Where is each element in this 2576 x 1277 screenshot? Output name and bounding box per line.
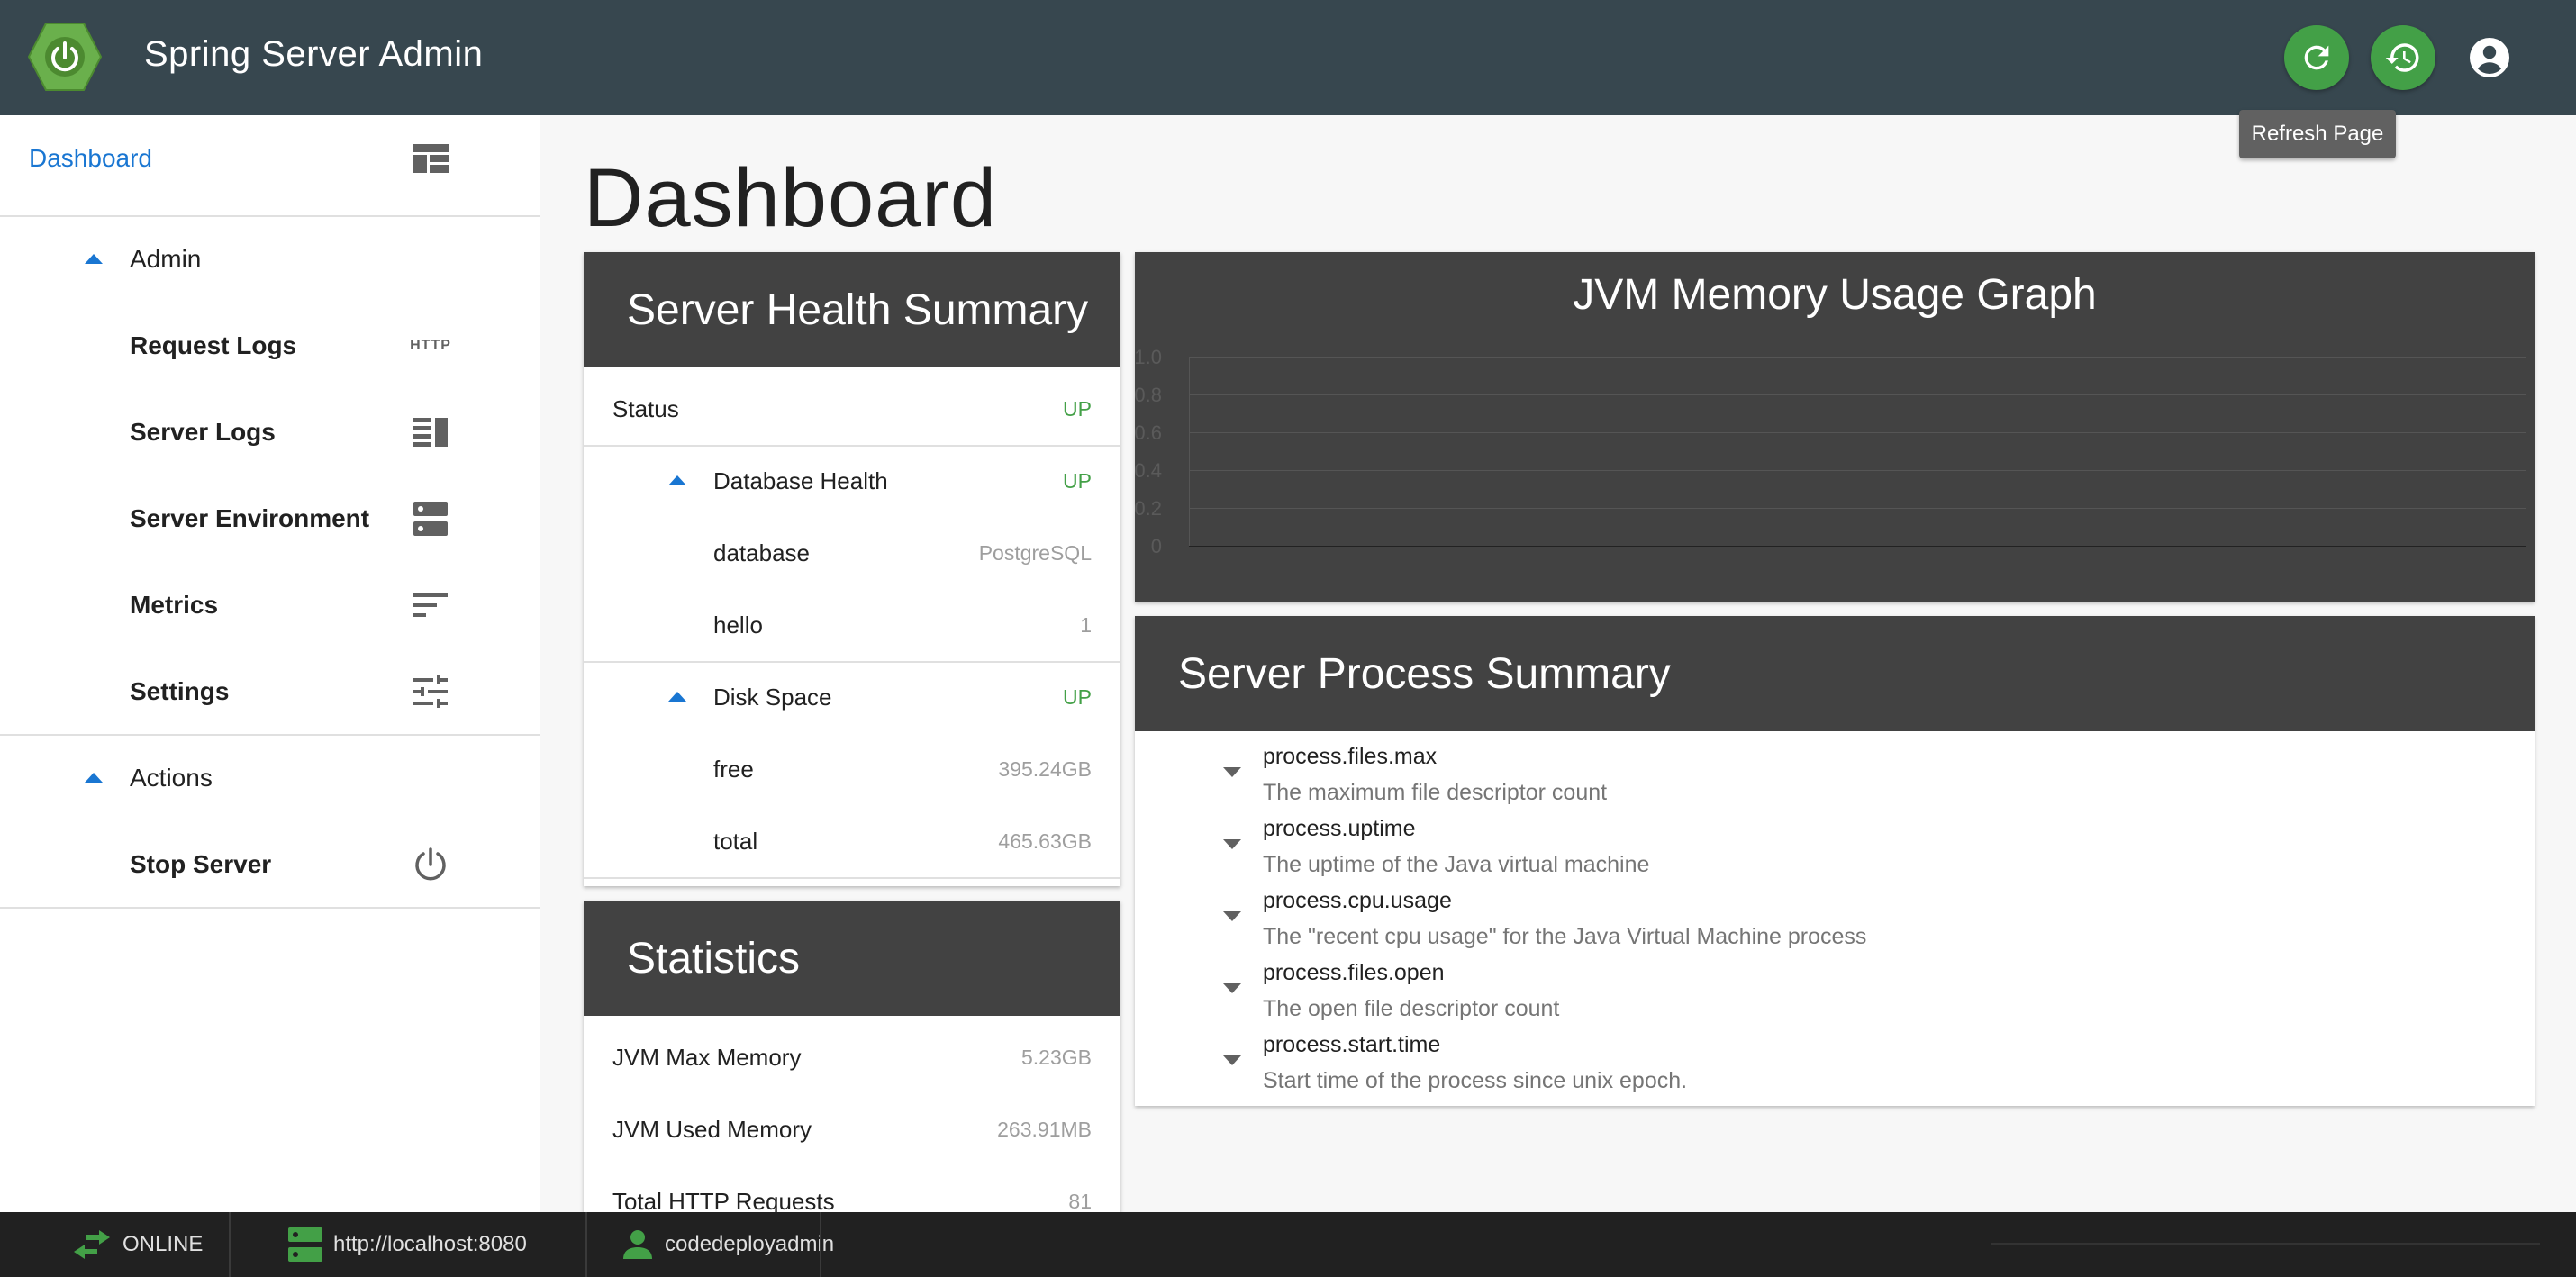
- health-row-database-health[interactable]: Database Health UP: [584, 445, 1120, 517]
- dns-icon: [288, 1227, 322, 1262]
- expand-icon: [1223, 1055, 1241, 1065]
- memory-graph-card: JVM Memory Usage Graph 1.0 0.8 0.6 0.4 0.2 0: [1134, 252, 2535, 602]
- sidebar-group-label: Admin: [130, 245, 202, 273]
- account-circle-icon[interactable]: [2468, 36, 2511, 79]
- dns-icon: [411, 499, 450, 539]
- status-line: [1991, 1243, 2540, 1245]
- expand-icon: [1223, 839, 1241, 849]
- collapse-icon: [85, 773, 103, 783]
- stat-row: JVM Max Memory 5.23GB: [612, 1043, 1092, 1071]
- spring-logo-icon: [27, 23, 103, 91]
- sidebar-divider: [0, 907, 540, 909]
- card-title: Server Process Summary: [1135, 616, 2535, 731]
- person-icon: [623, 1230, 652, 1259]
- sidebar-item-label: Dashboard: [29, 144, 152, 172]
- memory-chart: 1.0 0.8 0.6 0.4 0.2 0: [1134, 252, 2535, 602]
- status-divider: [585, 1212, 587, 1277]
- y-tick-label: 0.4: [1134, 459, 1162, 482]
- status-badge: UP: [1063, 396, 1092, 421]
- expand-icon: [1223, 983, 1241, 993]
- sidebar-group-actions[interactable]: Actions: [0, 735, 540, 821]
- sidebar-item-dashboard[interactable]: Dashboard: [0, 115, 540, 202]
- status-divider: [229, 1212, 231, 1277]
- y-tick-label: 0.2: [1134, 497, 1162, 520]
- sort-icon: [411, 585, 450, 625]
- process-item[interactable]: process.cpu.usage The "recent cpu usage"…: [1135, 888, 2535, 960]
- health-row-disk-space[interactable]: Disk Space UP: [584, 661, 1120, 733]
- statistics-card: Statistics JVM Max Memory 5.23GB JVM Use…: [584, 901, 1120, 1212]
- sidebar-item-label: Server Logs: [130, 418, 276, 446]
- collapse-icon: [668, 475, 686, 485]
- card-title: Server Health Summary: [584, 252, 1120, 367]
- app-header: Spring Server Admin: [0, 0, 2576, 115]
- y-tick-label: 0.8: [1134, 384, 1162, 406]
- power-icon: [411, 845, 450, 884]
- grid-line: [1189, 508, 2526, 509]
- stat-row: JVM Used Memory 263.91MB: [612, 1115, 1092, 1143]
- server-url: http://localhost:8080: [288, 1212, 527, 1277]
- http-icon: HTTP: [410, 338, 451, 353]
- server-health-card: Server Health Summary Status UP Database…: [584, 252, 1120, 886]
- process-item[interactable]: process.files.open The open file descrip…: [1135, 960, 2535, 1032]
- current-user: codedeployadmin: [621, 1212, 834, 1277]
- dashboard-icon: [411, 139, 450, 178]
- status-badge: UP: [1063, 684, 1092, 709]
- logs-icon: [411, 412, 450, 452]
- y-tick-label: 1.0: [1134, 346, 1162, 368]
- process-summary-card: Server Process Summary process.files.max…: [1135, 616, 2535, 1106]
- y-tick-label: 0.6: [1134, 421, 1162, 444]
- connection-status: ONLINE: [72, 1212, 203, 1277]
- history-icon: [2385, 43, 2419, 72]
- expand-icon: [1223, 911, 1241, 921]
- y-axis: [1189, 357, 1190, 546]
- status-bar: ONLINE http://localhost:8080 codedeploya…: [0, 1212, 2576, 1277]
- sidebar-item-label: Request Logs: [130, 331, 297, 359]
- refresh-button[interactable]: [2284, 25, 2349, 90]
- history-button[interactable]: [2371, 25, 2435, 90]
- health-row-status: Status UP: [612, 394, 1092, 422]
- sidebar-group-label: Actions: [130, 764, 213, 792]
- sidebar-item-label: Server Environment: [130, 504, 370, 532]
- refresh-icon: [2304, 45, 2329, 70]
- sidebar-item-settings[interactable]: Settings: [0, 648, 540, 735]
- sidebar-item-label: Stop Server: [130, 850, 272, 878]
- collapse-icon: [85, 254, 103, 264]
- card-title: Statistics: [584, 901, 1120, 1016]
- grid-line: [1189, 546, 2526, 547]
- app-title: Spring Server Admin: [144, 34, 484, 74]
- process-item[interactable]: process.uptime The uptime of the Java vi…: [1135, 816, 2535, 888]
- collapse-icon: [668, 692, 686, 702]
- sidebar-item-label: Metrics: [130, 591, 219, 619]
- sidebar-item-server-environment[interactable]: Server Environment: [0, 475, 540, 562]
- health-row-hello: hello 1: [713, 611, 1092, 638]
- sidebar-item-stop-server[interactable]: Stop Server: [0, 821, 540, 908]
- status-badge: UP: [1063, 468, 1092, 493]
- tune-icon: [411, 672, 450, 711]
- sidebar-item-server-logs[interactable]: Server Logs: [0, 389, 540, 475]
- swap-arrows-icon: [74, 1230, 110, 1259]
- sidebar-item-metrics[interactable]: Metrics: [0, 562, 540, 648]
- refresh-tooltip: Refresh Page: [2239, 110, 2396, 158]
- grid-line: [1189, 432, 2526, 433]
- health-row-free: free 395.24GB: [713, 755, 1092, 783]
- process-item[interactable]: process.start.time Start time of the pro…: [1135, 1032, 2535, 1104]
- grid-line: [1189, 470, 2526, 471]
- sidebar-item-request-logs[interactable]: Request Logs HTTP: [0, 303, 540, 389]
- health-row-total: total 465.63GB: [713, 827, 1092, 855]
- grid-line: [1189, 394, 2526, 395]
- sidebar-item-label: Settings: [130, 677, 230, 705]
- page-title: Dashboard: [584, 152, 998, 244]
- y-tick-label: 0: [1150, 535, 1162, 557]
- grid-line: [1189, 357, 2526, 358]
- process-item[interactable]: process.files.max The maximum file descr…: [1135, 744, 2535, 816]
- expand-icon: [1223, 767, 1241, 777]
- stat-row: Total HTTP Requests 81: [612, 1187, 1092, 1213]
- health-row-database: database PostgreSQL: [713, 539, 1092, 566]
- row-divider: [584, 877, 1120, 879]
- sidebar-group-admin[interactable]: Admin: [0, 216, 540, 303]
- sidebar: Dashboard Admin Request Logs HTTP Server…: [0, 115, 540, 1212]
- status-divider: [820, 1212, 821, 1277]
